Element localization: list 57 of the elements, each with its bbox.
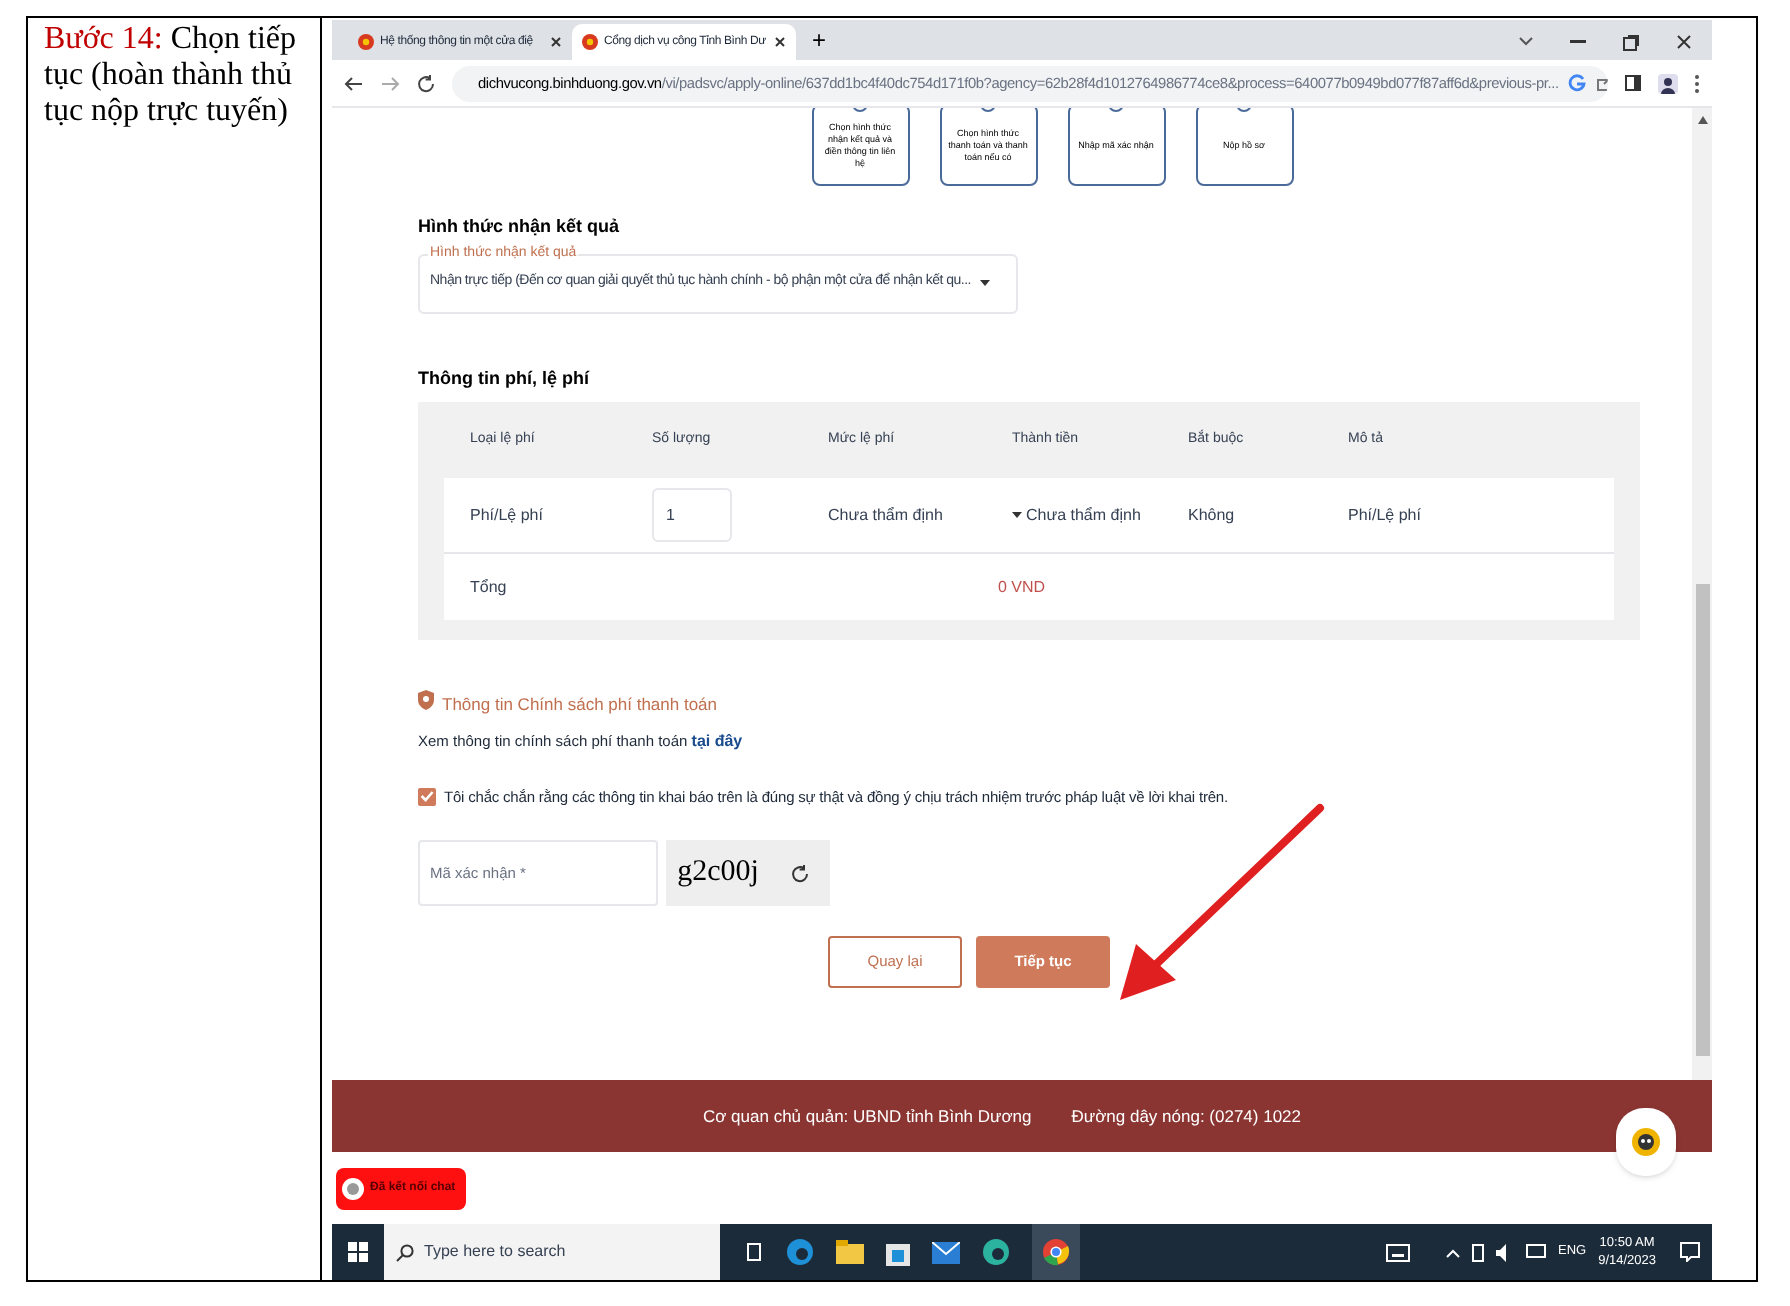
instruction-text: Bước 14: Chọn tiếp tục (hoàn thành thủ tục nộp trực tuyến) xyxy=(44,22,299,130)
quantity-input[interactable]: 1 xyxy=(652,488,732,542)
windows-icon[interactable] xyxy=(348,1242,368,1262)
shield-icon xyxy=(418,690,434,711)
footer-text: Đường dây nóng: (0274) 1022 xyxy=(1071,1103,1302,1129)
policy-link[interactable]: tại đây xyxy=(691,731,743,750)
chevron-up-icon[interactable] xyxy=(1445,1247,1460,1257)
translate-icon[interactable] xyxy=(1568,74,1587,92)
browser-icon[interactable] xyxy=(982,1238,1010,1266)
taskbar-search-field[interactable]: Type here to search xyxy=(384,1224,720,1280)
taskbar-app-button[interactable] xyxy=(1032,1224,1080,1280)
section-heading: Thông tin phí, lệ phí xyxy=(418,365,592,392)
chatbot-button[interactable] xyxy=(1616,1108,1676,1176)
mail-icon[interactable] xyxy=(932,1241,960,1263)
agreement-checkbox[interactable] xyxy=(418,787,436,806)
close-icon[interactable] xyxy=(1676,34,1692,50)
profile-icon[interactable] xyxy=(1658,73,1678,93)
table-cell-text: Phí/Lệ phí xyxy=(1348,503,1423,527)
table-cell-text: Tổng xyxy=(470,575,509,599)
notification-icon[interactable] xyxy=(1680,1242,1700,1262)
sidebar-icon[interactable] xyxy=(1624,74,1642,92)
avatar-icon xyxy=(342,1177,364,1199)
minimize-icon[interactable] xyxy=(1570,40,1586,44)
keyboard-icon[interactable] xyxy=(1385,1243,1410,1261)
chevron-down-icon[interactable] xyxy=(1518,36,1534,48)
captcha-refresh-button[interactable] xyxy=(770,840,830,906)
emblem-icon xyxy=(358,34,374,50)
reload-icon[interactable] xyxy=(416,73,436,93)
store-icon[interactable] xyxy=(886,1238,910,1266)
folder-icon[interactable] xyxy=(836,1240,864,1264)
emblem-icon xyxy=(582,34,598,50)
table-cell: Chưa thẩm định xyxy=(1026,503,1141,527)
table-cell: 0 VND xyxy=(998,575,1046,599)
close-tab-icon[interactable] xyxy=(774,36,786,48)
close-tab-icon[interactable] xyxy=(550,36,562,48)
refresh-icon xyxy=(790,863,810,883)
chrome-icon xyxy=(1042,1238,1070,1266)
more-icon[interactable] xyxy=(1694,73,1700,93)
section-heading: Hình thức nhận kết quả xyxy=(418,214,622,240)
dropdown-caret-icon[interactable] xyxy=(1012,512,1022,518)
restore-icon[interactable] xyxy=(1622,33,1640,51)
dropdown-caret-icon xyxy=(979,280,990,286)
scrollbar-thumb[interactable] xyxy=(1695,584,1709,1056)
scrollbar[interactable] xyxy=(1692,108,1712,1080)
task-view-icon[interactable] xyxy=(744,1242,764,1262)
captcha-image: g2c00j xyxy=(666,840,770,906)
table-cell-text: Phí/Lệ phí xyxy=(470,503,545,527)
footer-text: Cơ quan chủ quản: UBND tỉnh Bình Dương xyxy=(702,1103,1032,1129)
new-tab-button[interactable]: + xyxy=(812,24,827,56)
browser-icon[interactable] xyxy=(786,1238,814,1266)
back-arrow-icon[interactable] xyxy=(344,73,364,93)
table-cell-text: Không xyxy=(1188,503,1237,527)
section-heading: Thông tin Chính sách phí thanh toán xyxy=(442,692,718,718)
table-cell-text: Chưa thẩm định xyxy=(828,503,945,527)
search-icon xyxy=(396,1243,414,1261)
robot-icon xyxy=(1630,1124,1662,1160)
scroll-up-icon[interactable] xyxy=(1697,116,1707,124)
